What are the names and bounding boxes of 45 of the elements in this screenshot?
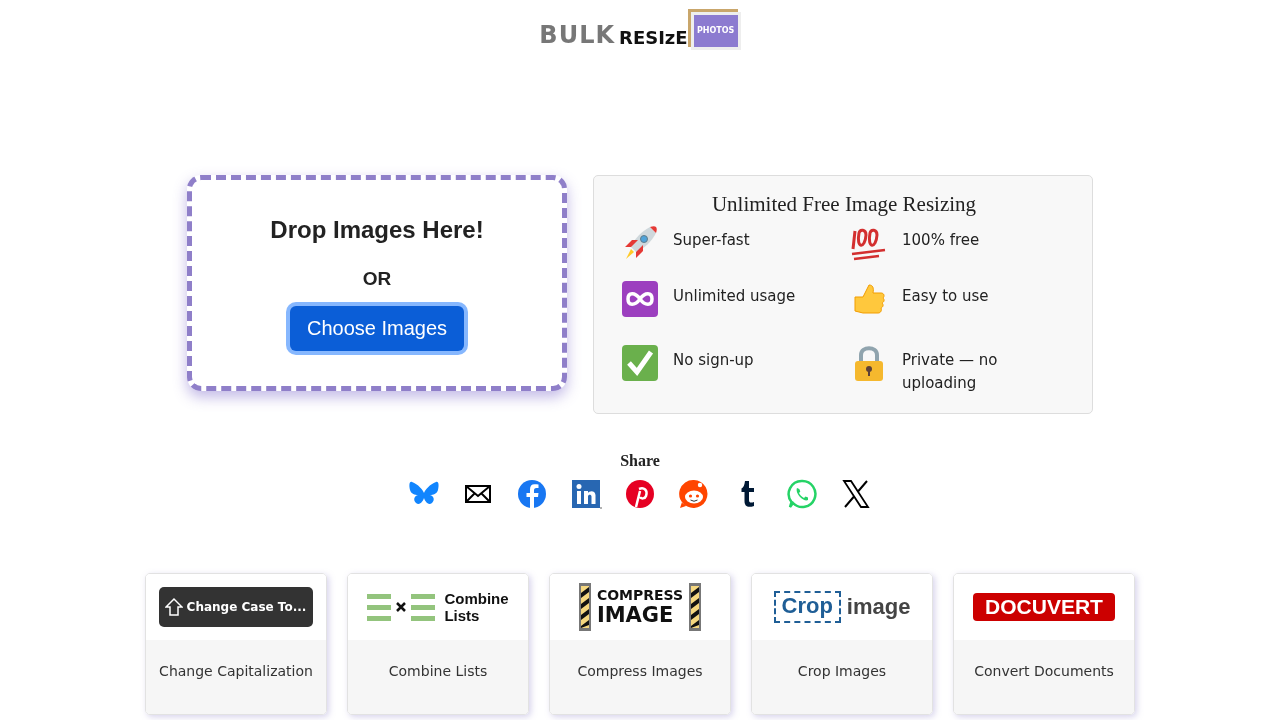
check-icon	[620, 343, 660, 383]
feature-label: Private — no uploading	[902, 350, 999, 394]
logo-text: RESIzE	[619, 29, 688, 47]
reddit-icon[interactable]	[678, 478, 710, 510]
crop-logo: Crop	[773, 591, 841, 623]
times-icon	[396, 602, 407, 612]
tool-card[interactable]: Change Case To... Change Capitalization	[145, 573, 327, 715]
logo-text: Lists	[444, 607, 481, 624]
logo-text: COMPRESS	[596, 588, 684, 602]
logo-text: IMAGE	[596, 605, 675, 626]
tool-label: Crop Images	[797, 663, 887, 681]
tool-label: Combine Lists	[388, 663, 488, 681]
logo-text: image	[846, 594, 911, 620]
drop-zone[interactable]: Drop Images Here! OR Choose Images	[187, 175, 567, 391]
tool-card[interactable]: DOCUVERT Convert Documents	[953, 573, 1135, 715]
facebook-icon[interactable]	[516, 478, 548, 510]
tool-label: Compress Images	[577, 663, 703, 681]
x-icon[interactable]	[840, 478, 872, 510]
tool-card[interactable]: Crop image Crop Images	[751, 573, 933, 715]
feature-label: Super-fast	[673, 230, 750, 251]
tool-label: Change Capitalization	[159, 663, 313, 681]
list-icon	[411, 593, 436, 621]
tool-card[interactable]: Combine Lists Combine Lists	[347, 573, 529, 715]
feature-label: Easy to use	[902, 286, 989, 307]
hazard-stripe-icon	[689, 583, 702, 631]
or-label: OR	[362, 268, 392, 290]
infinity-icon	[620, 279, 660, 319]
hazard-stripe-icon	[578, 583, 591, 631]
logo-text: Combine	[444, 590, 509, 607]
logo-text: BULK	[539, 23, 616, 47]
tool-card[interactable]: COMPRESS IMAGE Compress Images	[549, 573, 731, 715]
photos-logo: PHOTOS	[690, 12, 741, 50]
feature-label: 100% free	[902, 230, 980, 251]
feature-label: Unlimited usage	[673, 286, 796, 307]
up-arrow-icon	[164, 597, 183, 617]
linkedin-icon[interactable]	[570, 478, 602, 510]
feature-label: No sign-up	[673, 350, 754, 371]
logo-text: Change Case To...	[186, 600, 307, 614]
pinterest-icon[interactable]	[624, 478, 656, 510]
tool-label: Convert Documents	[974, 663, 1114, 681]
features-title: Unlimited Free Image Resizing	[710, 192, 978, 217]
list-icon	[367, 593, 392, 621]
drop-title: Drop Images Here!	[270, 216, 484, 244]
docuvert-logo: DOCUVERT	[973, 593, 1115, 621]
share-title: Share	[620, 452, 660, 470]
